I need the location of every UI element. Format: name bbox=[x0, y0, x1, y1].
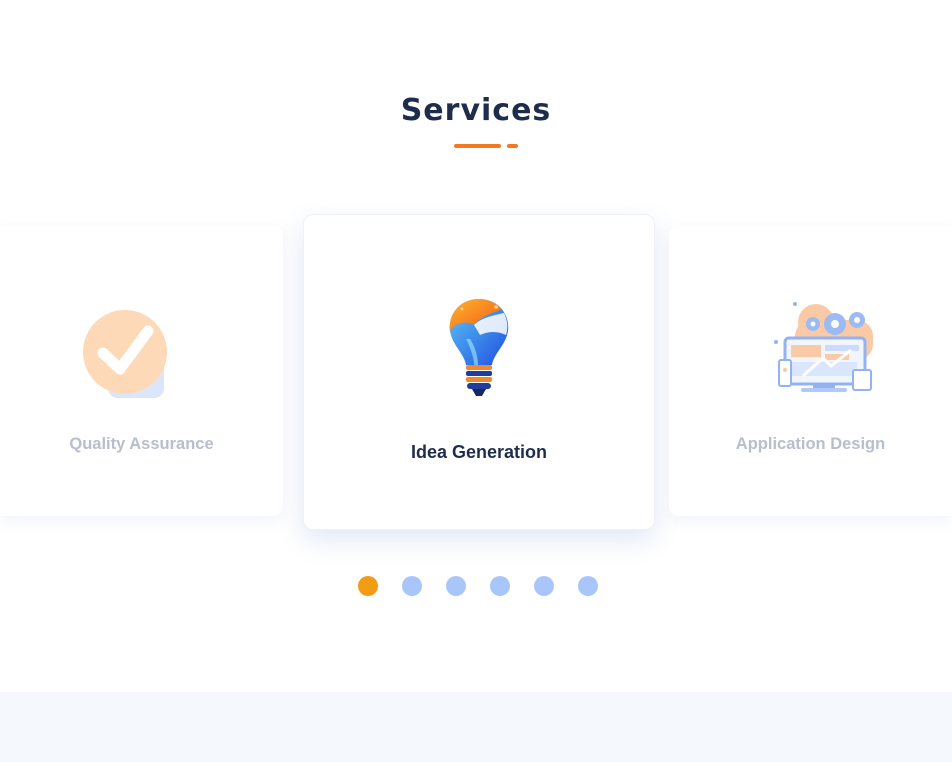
title-underline-dash bbox=[507, 144, 518, 148]
title-underline bbox=[454, 144, 501, 148]
pagination-dot-4[interactable] bbox=[490, 576, 510, 596]
pagination-dot-6[interactable] bbox=[578, 576, 598, 596]
next-section-band bbox=[0, 692, 952, 762]
checkmark-badge-icon bbox=[78, 306, 173, 401]
pagination-dot-2[interactable] bbox=[402, 576, 422, 596]
pagination-dot-3[interactable] bbox=[446, 576, 466, 596]
pagination-dot-5[interactable] bbox=[534, 576, 554, 596]
lightbulb-icon bbox=[444, 295, 514, 405]
pagination-dot-1[interactable] bbox=[358, 576, 378, 596]
card-label: Idea Generation bbox=[410, 442, 548, 462]
services-section: Services Quality Assurance Idea Generati… bbox=[0, 0, 952, 692]
carousel-pagination bbox=[358, 576, 598, 596]
section-title: Services bbox=[400, 93, 552, 128]
card-label: Application Design bbox=[735, 435, 886, 453]
service-card-quality-assurance[interactable]: Quality Assurance bbox=[0, 226, 283, 516]
card-label: Quality Assurance bbox=[69, 435, 214, 453]
service-card-application-design[interactable]: Application Design bbox=[669, 226, 952, 516]
app-design-gears-icon bbox=[773, 300, 883, 410]
service-card-idea-generation[interactable]: Idea Generation bbox=[303, 214, 655, 530]
